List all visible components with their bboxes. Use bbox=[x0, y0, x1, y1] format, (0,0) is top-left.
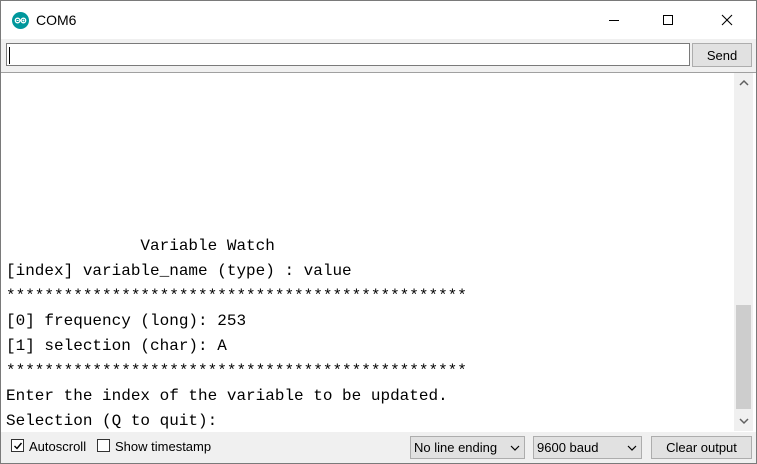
chevron-up-icon bbox=[738, 79, 749, 86]
output-line: [1] selection (char): A bbox=[6, 337, 227, 355]
output-line: ****************************************… bbox=[6, 362, 467, 380]
chevron-down-icon bbox=[627, 445, 637, 451]
output-line: Selection (Q to quit): bbox=[6, 412, 218, 430]
show-timestamp-label: Show timestamp bbox=[115, 439, 212, 454]
output-line: [index] variable_name (type) : value bbox=[6, 262, 352, 280]
serial-input[interactable] bbox=[6, 43, 690, 66]
minimize-icon bbox=[609, 20, 619, 21]
scroll-down-button[interactable] bbox=[734, 412, 753, 431]
line-ending-value: No line ending bbox=[414, 440, 498, 455]
autoscroll-label: Autoscroll bbox=[29, 439, 87, 454]
output-text: Variable Watch [index] variable_name (ty… bbox=[6, 234, 467, 434]
scroll-thumb[interactable] bbox=[736, 305, 751, 409]
send-bar: Send bbox=[1, 39, 756, 72]
arduino-icon bbox=[12, 12, 29, 29]
serial-output[interactable]: Variable Watch [index] variable_name (ty… bbox=[1, 72, 756, 433]
maximize-icon bbox=[663, 15, 673, 25]
output-line: Enter the index of the variable to be up… bbox=[6, 387, 448, 405]
maximize-button[interactable] bbox=[645, 1, 691, 39]
text-caret bbox=[9, 47, 10, 64]
title-bar[interactable]: COM6 bbox=[1, 1, 756, 39]
baud-rate-select[interactable]: 9600 baud bbox=[533, 436, 642, 459]
output-line: [0] frequency (long): 253 bbox=[6, 312, 247, 330]
close-icon bbox=[721, 14, 733, 26]
output-line: Variable Watch bbox=[6, 237, 275, 255]
send-button[interactable]: Send bbox=[692, 43, 752, 67]
output-line: ****************************************… bbox=[6, 287, 467, 305]
line-ending-select[interactable]: No line ending bbox=[410, 436, 525, 459]
serial-monitor-window: COM6 Send Variable Watch [index] variabl… bbox=[0, 0, 757, 464]
clear-output-button[interactable]: Clear output bbox=[651, 436, 752, 459]
autoscroll-checkbox[interactable] bbox=[11, 439, 24, 452]
vertical-scrollbar[interactable] bbox=[734, 73, 753, 431]
status-bar: Autoscroll Show timestamp No line ending… bbox=[1, 432, 756, 463]
checkmark-icon bbox=[13, 442, 22, 450]
chevron-down-icon bbox=[510, 445, 520, 451]
show-timestamp-checkbox[interactable] bbox=[97, 439, 110, 452]
minimize-button[interactable] bbox=[591, 1, 637, 39]
chevron-down-icon bbox=[738, 418, 749, 425]
window-title: COM6 bbox=[36, 12, 77, 28]
scroll-up-button[interactable] bbox=[734, 73, 753, 92]
close-button[interactable] bbox=[704, 1, 750, 39]
baud-rate-value: 9600 baud bbox=[537, 440, 599, 455]
